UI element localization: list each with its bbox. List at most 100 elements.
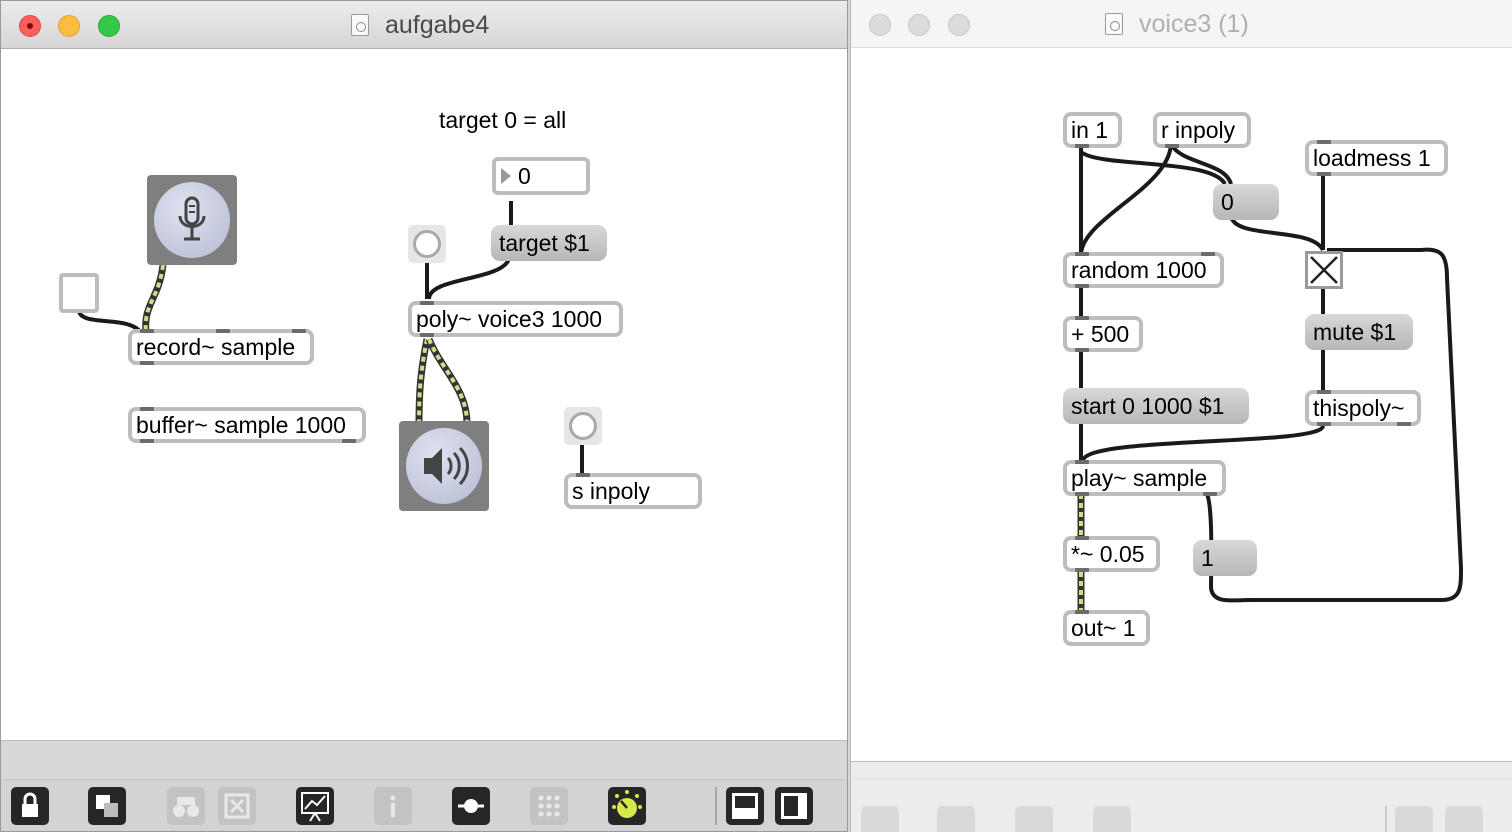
sidebar-icon[interactable]	[775, 787, 813, 825]
inlet[interactable]	[576, 473, 590, 477]
outlet[interactable]	[1075, 348, 1089, 352]
inlet[interactable]	[140, 329, 154, 333]
toggle-record[interactable]	[59, 273, 99, 313]
pen-icon[interactable]	[861, 806, 899, 832]
presentation-mode-icon[interactable]	[937, 806, 975, 832]
presentation-mode-icon[interactable]	[88, 787, 126, 825]
dac-speaker-object[interactable]	[399, 421, 489, 511]
multiply-object-label: *~ 0.05	[1071, 541, 1145, 567]
message-mute-label: mute $1	[1313, 319, 1397, 345]
close-window-button[interactable]	[19, 15, 41, 37]
adc-microphone-object[interactable]	[147, 175, 237, 265]
in-object[interactable]: in 1	[1063, 112, 1122, 148]
bang-button[interactable]	[408, 225, 446, 263]
sidebar-icon[interactable]	[1445, 806, 1483, 832]
inlet[interactable]	[1075, 460, 1089, 464]
random-object-label: random 1000	[1071, 257, 1207, 283]
plus-object[interactable]: + 500	[1063, 316, 1143, 352]
title-bar: aufgabe4	[1, 1, 847, 49]
window-title: aufgabe4	[385, 11, 490, 39]
outlet[interactable]	[1317, 422, 1331, 426]
close-window-button[interactable]	[869, 14, 891, 36]
thispoly-object[interactable]: thispoly~	[1305, 390, 1421, 426]
inlet[interactable]	[1075, 252, 1089, 256]
number-box[interactable]: 0	[492, 157, 590, 195]
split-horizontal-icon[interactable]	[726, 787, 764, 825]
outlet[interactable]	[1203, 492, 1217, 496]
patcher-toolbar	[851, 761, 1512, 832]
outlet[interactable]	[1075, 284, 1089, 288]
minimize-window-button[interactable]	[908, 14, 930, 36]
message-mute[interactable]: mute $1	[1305, 314, 1413, 350]
status-strip	[1, 741, 847, 780]
receive-object[interactable]: r inpoly	[1153, 112, 1251, 148]
buffer-object-label: buffer~ sample 1000	[136, 412, 346, 438]
message-zero[interactable]: 0	[1213, 184, 1279, 220]
toolbar-separator	[715, 787, 717, 825]
outlet[interactable]	[342, 439, 356, 443]
dial-icon[interactable]	[1093, 806, 1131, 832]
binoculars-icon[interactable]	[167, 787, 205, 825]
patcher-canvas[interactable]: target 0 = all record~ sample buffer~ sa…	[1, 49, 847, 743]
outlet[interactable]	[140, 361, 154, 365]
toggle-checked-icon	[1310, 256, 1338, 284]
message-zero-label: 0	[1221, 189, 1234, 215]
speaker-icon	[424, 446, 469, 486]
dial-icon[interactable]	[608, 787, 646, 825]
record-object[interactable]: record~ sample	[128, 329, 314, 365]
outlet[interactable]	[1075, 144, 1089, 148]
lock-icon[interactable]	[11, 787, 49, 825]
inlet[interactable]	[1075, 316, 1089, 320]
document-icon	[1105, 13, 1123, 35]
send-object[interactable]: s inpoly	[564, 473, 702, 509]
multiply-object[interactable]: *~ 0.05	[1063, 536, 1160, 572]
patcher-window-aufgabe4: aufgabe4 target 0 = all record~ sample b…	[0, 0, 848, 832]
random-object[interactable]: random 1000	[1063, 252, 1224, 288]
loadmess-object[interactable]: loadmess 1	[1305, 140, 1448, 176]
message-start[interactable]: start 0 1000 $1	[1063, 388, 1249, 424]
inlet[interactable]	[216, 329, 230, 333]
receive-object-label: r inpoly	[1161, 117, 1236, 143]
inlet[interactable]	[420, 301, 434, 305]
close-box-icon[interactable]	[218, 787, 256, 825]
title-bar: voice3 (1)	[851, 0, 1512, 48]
poly-object-label: poly~ voice3 1000	[416, 306, 603, 332]
inlet[interactable]	[1075, 536, 1089, 540]
outlet[interactable]	[1317, 172, 1331, 176]
outlet[interactable]	[1075, 492, 1089, 496]
buffer-object[interactable]: buffer~ sample 1000	[128, 407, 366, 443]
zoom-window-button[interactable]	[948, 14, 970, 36]
outlet[interactable]	[140, 439, 154, 443]
loadmess-object-label: loadmess 1	[1313, 145, 1431, 171]
inlet[interactable]	[292, 329, 306, 333]
inlet[interactable]	[1317, 390, 1331, 394]
zoom-window-button[interactable]	[98, 15, 120, 37]
inlet[interactable]	[1075, 610, 1089, 614]
patch-cord-icon[interactable]	[1015, 806, 1053, 832]
inlet[interactable]	[1201, 252, 1215, 256]
outlet[interactable]	[1165, 144, 1179, 148]
patch-cord-icon[interactable]	[296, 787, 334, 825]
message-target[interactable]: target $1	[491, 225, 607, 261]
status-strip	[851, 762, 1512, 779]
toggle-x[interactable]	[1305, 251, 1343, 289]
message-one[interactable]: 1	[1193, 540, 1257, 576]
split-horizontal-icon[interactable]	[1395, 806, 1433, 832]
slider-object-icon[interactable]	[452, 787, 490, 825]
outlet[interactable]	[420, 333, 434, 337]
comment-target: target 0 = all	[439, 107, 567, 133]
play-object[interactable]: play~ sample	[1063, 460, 1226, 496]
toolbar-separator	[1385, 806, 1387, 832]
inlet[interactable]	[1317, 140, 1331, 144]
outlet[interactable]	[1397, 422, 1411, 426]
out-object[interactable]: out~ 1	[1063, 610, 1150, 646]
minimize-window-button[interactable]	[58, 15, 80, 37]
inlet[interactable]	[140, 407, 154, 411]
grid-icon[interactable]	[530, 787, 568, 825]
message-one-label: 1	[1201, 545, 1214, 571]
patcher-canvas[interactable]: in 1 r inpoly loadmess 1 0 random 1000 +…	[851, 48, 1512, 762]
bang-button-send[interactable]	[564, 407, 602, 445]
info-icon[interactable]	[374, 787, 412, 825]
outlet[interactable]	[1075, 568, 1089, 572]
poly-object[interactable]: poly~ voice3 1000	[408, 301, 623, 337]
